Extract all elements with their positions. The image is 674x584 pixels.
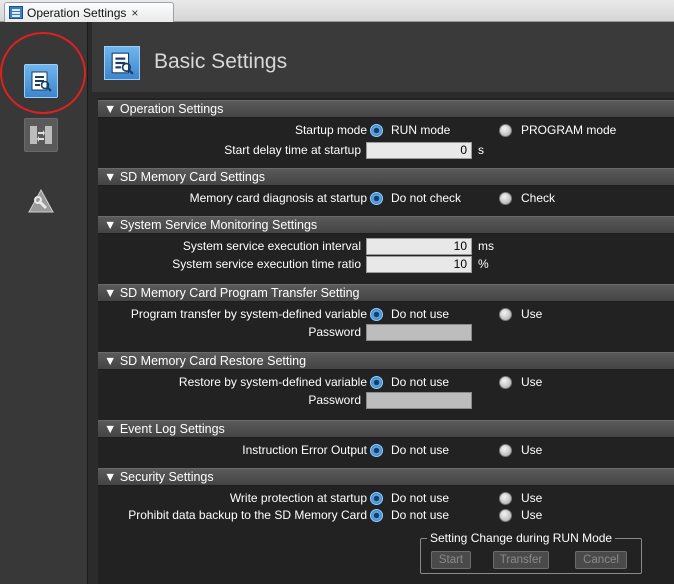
transfer-do-not-use-radio[interactable]: [370, 308, 383, 321]
tools-nav-button[interactable]: [24, 184, 58, 218]
program-mode-label: PROGRAM mode: [521, 123, 617, 137]
settings-panel: ▼ Operation Settings Startup mode RUN mo…: [98, 98, 674, 584]
restore-label: Restore by system-defined variable: [178, 375, 367, 389]
start-button[interactable]: Start: [431, 551, 471, 569]
settings-document-icon: [9, 6, 23, 19]
category-sidebar: [0, 22, 88, 584]
program-transfer-label: Program transfer by system-defined varia…: [130, 307, 367, 321]
write-protect-row: Write protection at startup Do not use U…: [98, 490, 674, 507]
card-diagnosis-row: Memory card diagnosis at startup Do not …: [98, 190, 674, 207]
restore-password-row: Password: [98, 392, 674, 409]
editor-area: Basic Settings ▼ Operation Settings Star…: [0, 22, 674, 584]
startup-mode-row: Startup mode RUN mode PROGRAM mode: [98, 122, 674, 139]
section-operation-settings[interactable]: ▼ Operation Settings: [98, 100, 674, 118]
section-program-transfer[interactable]: ▼ SD Memory Card Program Transfer Settin…: [98, 284, 674, 302]
write-protect-label: Write protection at startup: [229, 491, 367, 505]
run-mode-change-group: Setting Change during RUN Mode Start Tra…: [420, 531, 642, 574]
restore-use-label: Use: [521, 375, 543, 389]
memory-settings-nav-button[interactable]: [24, 118, 58, 152]
check-label: Check: [521, 191, 556, 205]
start-delay-label: Start delay time at startup: [224, 143, 361, 157]
wrench-icon: [28, 188, 54, 213]
restore-row: Restore by system-defined variable Do no…: [98, 374, 674, 391]
page-title: Basic Settings: [154, 50, 288, 73]
page-header: Basic Settings: [92, 22, 674, 92]
transfer-button[interactable]: Transfer: [493, 551, 549, 569]
service-ratio-label: System service execution time ratio: [172, 257, 361, 271]
editor-tab-bar: Operation Settings ×: [0, 0, 674, 22]
prohibit-do-not-use-radio[interactable]: [370, 509, 383, 522]
cancel-button[interactable]: Cancel: [575, 551, 627, 569]
tab-label: Operation Settings: [27, 5, 127, 20]
transfer-password-input[interactable]: [366, 324, 472, 341]
main-content: Basic Settings ▼ Operation Settings Star…: [92, 22, 674, 584]
start-delay-input[interactable]: 0: [366, 142, 472, 159]
memory-transfer-icon: [30, 126, 52, 144]
restore-password-label: Password: [308, 393, 361, 407]
transfer-password-label: Password: [308, 325, 361, 339]
event-use-radio[interactable]: [499, 444, 512, 457]
basic-settings-header-icon: [104, 46, 140, 80]
event-do-not-use-radio[interactable]: [370, 444, 383, 457]
prohibit-backup-label: Prohibit data backup to the SD Memory Ca…: [128, 508, 367, 522]
service-ratio-unit: %: [478, 257, 489, 271]
program-transfer-row: Program transfer by system-defined varia…: [98, 306, 674, 323]
card-diagnosis-label: Memory card diagnosis at startup: [189, 191, 367, 205]
run-mode-radio[interactable]: [370, 124, 383, 137]
prohibit-use-radio[interactable]: [499, 509, 512, 522]
startup-mode-label: Startup mode: [294, 123, 367, 137]
write-protect-use-radio[interactable]: [499, 492, 512, 505]
program-mode-radio[interactable]: [499, 124, 512, 137]
service-interval-row: System service execution interval 10 ms: [98, 238, 674, 255]
start-delay-unit: s: [478, 143, 484, 157]
basic-settings-icon: [31, 71, 52, 92]
instruction-error-label: Instruction Error Output: [242, 443, 367, 457]
restore-use-radio[interactable]: [499, 376, 512, 389]
transfer-password-row: Password: [98, 324, 674, 341]
event-do-not-use-label: Do not use: [391, 443, 450, 457]
basic-settings-nav-button[interactable]: [24, 64, 58, 98]
service-interval-input[interactable]: 10: [366, 238, 472, 255]
run-mode-change-legend: Setting Change during RUN Mode: [427, 531, 616, 545]
restore-do-not-use-radio[interactable]: [370, 376, 383, 389]
event-use-label: Use: [521, 443, 543, 457]
prohibit-backup-row: Prohibit data backup to the SD Memory Ca…: [98, 507, 674, 524]
service-interval-unit: ms: [478, 239, 494, 253]
transfer-use-label: Use: [521, 307, 543, 321]
close-icon[interactable]: ×: [131, 6, 138, 20]
write-protect-use-label: Use: [521, 491, 543, 505]
service-ratio-row: System service execution time ratio 10 %: [98, 256, 674, 273]
section-service-monitoring[interactable]: ▼ System Service Monitoring Settings: [98, 216, 674, 234]
start-delay-row: Start delay time at startup 0 s: [98, 142, 674, 159]
write-protect-do-not-use-radio[interactable]: [370, 492, 383, 505]
restore-do-not-use-label: Do not use: [391, 375, 450, 389]
section-security[interactable]: ▼ Security Settings: [98, 468, 674, 486]
transfer-do-not-use-label: Do not use: [391, 307, 450, 321]
service-ratio-input[interactable]: 10: [366, 256, 472, 273]
restore-password-input[interactable]: [366, 392, 472, 409]
tab-operation-settings[interactable]: Operation Settings ×: [4, 2, 174, 22]
instruction-error-row: Instruction Error Output Do not use Use: [98, 442, 674, 459]
check-radio[interactable]: [499, 192, 512, 205]
run-mode-label: RUN mode: [391, 123, 451, 137]
service-interval-label: System service execution interval: [182, 239, 361, 253]
prohibit-do-not-use-label: Do not use: [391, 508, 450, 522]
prohibit-use-label: Use: [521, 508, 543, 522]
do-not-check-label: Do not check: [391, 191, 462, 205]
section-restore-setting[interactable]: ▼ SD Memory Card Restore Setting: [98, 352, 674, 370]
section-event-log[interactable]: ▼ Event Log Settings: [98, 420, 674, 438]
section-sd-card-settings[interactable]: ▼ SD Memory Card Settings: [98, 168, 674, 186]
do-not-check-radio[interactable]: [370, 192, 383, 205]
transfer-use-radio[interactable]: [499, 308, 512, 321]
write-protect-do-not-use-label: Do not use: [391, 491, 450, 505]
